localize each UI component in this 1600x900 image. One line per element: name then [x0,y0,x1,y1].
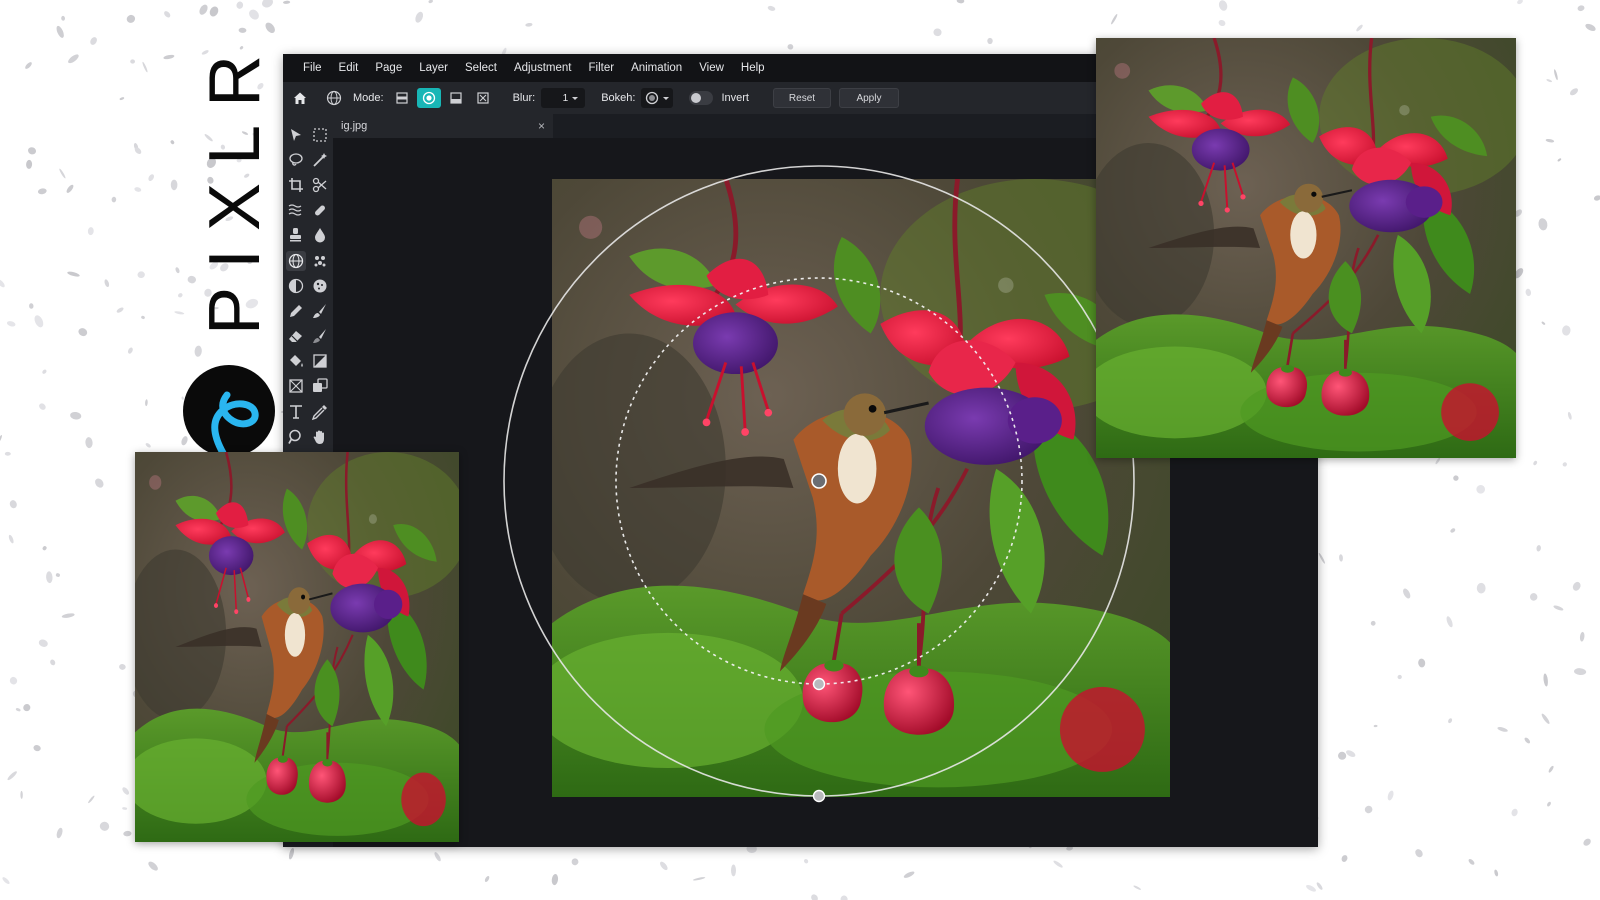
toolbox-row [283,273,333,298]
hand-tool-icon[interactable] [310,427,330,447]
arrange-tool-icon[interactable] [286,125,306,145]
toolbox-row [283,122,333,147]
menu-page[interactable]: Page [375,62,402,74]
box-mode-icon [476,92,489,104]
menu-edit[interactable]: Edit [339,62,359,74]
mode-box-button[interactable] [471,88,495,108]
toolbox-row [283,198,333,223]
cutout-tool-icon[interactable] [310,175,330,195]
home-icon[interactable] [291,89,309,107]
dots-tool-icon[interactable] [310,251,330,271]
hummingbird-photo [1096,38,1516,458]
eyedropper-tool-icon[interactable] [310,402,330,422]
photo-preview-left [135,452,459,842]
invert-label: Invert [721,92,749,104]
document-tab-name: ig.jpg [341,120,368,132]
marquee-tool-icon[interactable] [310,125,330,145]
radial-mode-icon [422,91,435,105]
blur-drop-tool-icon[interactable] [310,225,330,245]
gradient-tool-icon[interactable] [310,351,330,371]
pixlr-wordmark-text: PIXLR [195,45,273,335]
apply-button[interactable]: Apply [838,88,899,108]
text-tool-icon[interactable] [286,402,306,422]
photo-preview-right [1096,38,1516,458]
mode-horizontal-button[interactable] [390,88,414,108]
brush-tool-icon[interactable] [310,301,330,321]
crop-tool-icon[interactable] [286,175,306,195]
toolbox-row [283,374,333,399]
bokeh-label: Bokeh: [601,92,636,104]
chevron-down-icon [662,97,669,100]
zoom-tool-icon[interactable] [286,427,306,447]
wand-tool-icon[interactable] [310,150,330,170]
canvas-image[interactable] [552,179,1170,797]
globe-icon [325,89,343,107]
fill-tool-icon[interactable] [286,351,306,371]
liquify-tool-icon[interactable] [286,200,306,220]
invert-toggle[interactable] [689,91,714,105]
toolbox-row [283,349,333,374]
chevron-down-icon [572,97,579,100]
toolbox-row [283,223,333,248]
document-tab[interactable]: ig.jpg × [333,114,553,138]
toolbox-row [283,248,333,273]
toolbox-row [283,324,333,349]
blur-label: Blur: [512,92,536,104]
placeholder-tool-icon[interactable] [286,376,306,396]
pixlr-wordmark: PIXLR [195,45,273,335]
blur-dropdown[interactable]: 1 [541,88,586,108]
toolbox-row [283,298,333,323]
heal-tool-icon[interactable] [310,200,330,220]
mode-bottom-button[interactable] [444,88,468,108]
sponge-tool-icon[interactable] [310,276,330,296]
mode-radial-button[interactable] [416,88,441,108]
toolbox-row [283,147,333,172]
blur-value: 1 [562,92,569,104]
shape-tool-icon[interactable] [310,376,330,396]
clone-stamp-tool-icon[interactable] [286,225,306,245]
toolbox-row [283,424,333,449]
toolbox-row [283,172,333,197]
menu-layer[interactable]: Layer [419,62,448,74]
menu-view[interactable]: View [699,62,724,74]
bottom-mode-icon [449,92,462,104]
menu-adjustment[interactable]: Adjustment [514,62,572,74]
horizontal-mode-icon [395,92,408,104]
focus-tool-icon[interactable] [286,250,306,271]
lasso-tool-icon[interactable] [286,150,306,170]
toolbox-row [283,399,333,424]
hummingbird-photo [135,452,459,842]
menu-select[interactable]: Select [465,62,497,74]
menu-animation[interactable]: Animation [631,62,682,74]
hummingbird-photo [552,179,1170,797]
color-replace-tool-icon[interactable] [310,326,330,346]
bokeh-shape-icon [645,91,659,105]
menu-file[interactable]: File [303,62,322,74]
bokeh-dropdown[interactable] [641,88,674,108]
dodge-tool-icon[interactable] [286,276,306,296]
pixlr-logo-icon [183,365,275,457]
menu-filter[interactable]: Filter [589,62,615,74]
pencil-tool-icon[interactable] [286,301,306,321]
mode-label: Mode: [353,92,384,104]
menu-help[interactable]: Help [741,62,765,74]
eraser-tool-icon[interactable] [286,326,306,346]
close-icon[interactable]: × [538,119,545,133]
reset-button[interactable]: Reset [772,88,831,108]
